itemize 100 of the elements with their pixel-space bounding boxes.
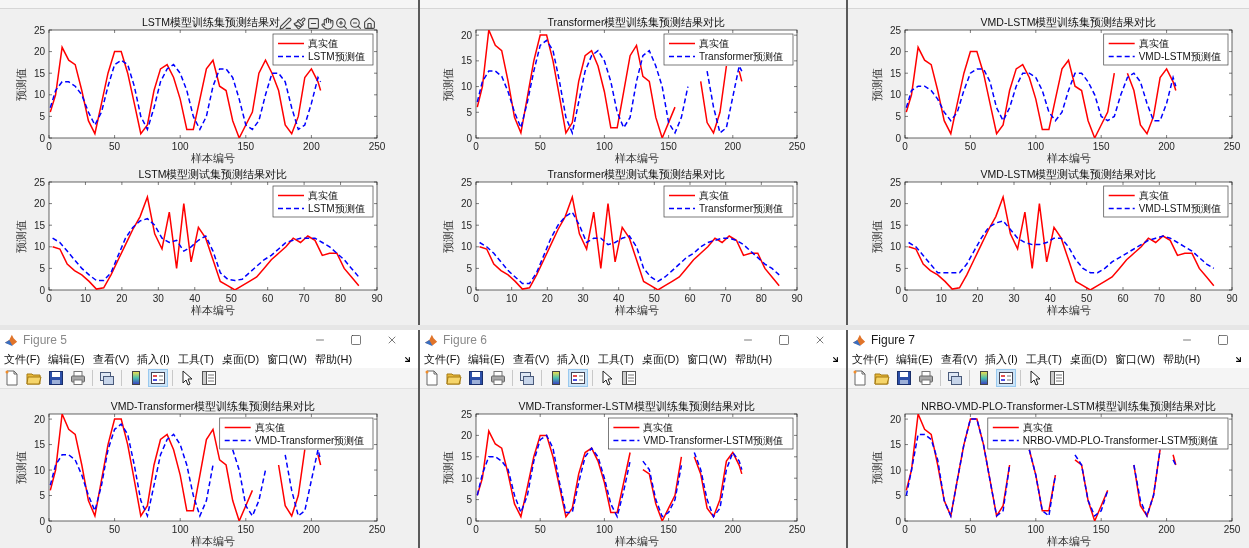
legend-line	[1107, 194, 1136, 197]
dock-icon[interactable]	[1234, 354, 1243, 364]
legend-line	[223, 426, 252, 429]
tick-label: 5	[39, 490, 45, 501]
tick-label: 25	[33, 24, 45, 36]
toolbar-button[interactable]	[148, 369, 168, 387]
tick-label: 15	[33, 67, 45, 79]
legend-line	[277, 42, 305, 45]
tick-label: 0	[466, 284, 472, 296]
tick-label: 5	[466, 106, 472, 118]
menu-item[interactable]: 窗口(W)	[265, 351, 309, 367]
windows-icon	[947, 370, 963, 386]
menu-item[interactable]: 桌面(D)	[639, 351, 682, 367]
legend-line	[277, 194, 305, 197]
menu-item[interactable]: 帮助(H)	[1160, 351, 1203, 367]
menu-item[interactable]: 桌面(D)	[1067, 351, 1110, 367]
tick-label: 100	[596, 524, 613, 535]
menu-item[interactable]: 编辑(E)	[894, 351, 935, 367]
tick-label: 25	[460, 176, 472, 188]
tick-label: 250	[788, 141, 806, 152]
menu-item[interactable]: 桌面(D)	[219, 351, 262, 367]
tick-label: 5	[895, 490, 901, 501]
menu-item[interactable]: 工具(T)	[175, 351, 216, 367]
legend-label: VMD-LSTM预测值	[1138, 203, 1221, 214]
menu-item[interactable]: 查看(V)	[938, 351, 980, 367]
menu-item[interactable]: 帮助(H)	[732, 351, 775, 367]
menu-item[interactable]: 编辑(E)	[466, 351, 507, 367]
pen-icon[interactable]	[279, 17, 292, 30]
window-title: Figure 7	[871, 333, 917, 347]
menu-item[interactable]: 编辑(E)	[46, 351, 87, 367]
toolbar-button[interactable]	[488, 369, 508, 387]
tick-label: 100	[1027, 141, 1045, 152]
tick-label: 15	[460, 55, 472, 67]
tick-label: 150	[1092, 141, 1110, 152]
chart-title: Transformer模型测试集预测结果对比	[547, 168, 726, 180]
tick-label: 10	[79, 293, 91, 304]
toolbar-button[interactable]	[945, 369, 965, 387]
chart-title: VMD-Transformer模型训练集预测结果对比	[110, 400, 316, 412]
tick-label: 20	[460, 429, 472, 441]
tick-label: 70	[1153, 293, 1165, 304]
axis-label: 样本编号	[1046, 535, 1091, 547]
toolbar-button[interactable]	[97, 369, 117, 387]
tick-label: 25	[889, 24, 901, 36]
toolbar-button[interactable]	[517, 369, 537, 387]
tick-label: 30	[152, 293, 164, 304]
tick-label: 200	[303, 524, 320, 535]
tick-label: 0	[902, 293, 908, 304]
chart-title: VMD-Transformer-LSTM模型训练集预测结果对比	[518, 400, 755, 412]
tick-label: 70	[720, 293, 732, 304]
menu-item[interactable]: 文件(F)	[850, 351, 891, 367]
datatip-icon[interactable]	[307, 17, 320, 30]
tick-label: 10	[460, 472, 472, 484]
menu-item[interactable]: 查看(V)	[90, 351, 132, 367]
dock-icon[interactable]	[403, 354, 412, 364]
tick-label: 0	[39, 284, 45, 296]
menu-item[interactable]: 工具(T)	[595, 351, 636, 367]
brush-icon[interactable]	[293, 17, 306, 30]
tick-label: 5	[39, 262, 45, 274]
hand-icon[interactable]	[321, 17, 334, 30]
tick-label: 70	[298, 293, 310, 304]
toolbar-button[interactable]	[68, 369, 88, 387]
legend-label: LSTM预测值	[308, 51, 365, 62]
dock-icon[interactable]	[831, 354, 840, 364]
tick-label: 15	[889, 219, 901, 231]
tick-label: 0	[466, 132, 472, 144]
tick-label: 60	[262, 293, 274, 304]
window-title: Figure 5	[23, 333, 69, 347]
home-icon[interactable]	[363, 17, 376, 30]
toolbar-button[interactable]	[568, 369, 588, 387]
toolbar-button[interactable]	[996, 369, 1016, 387]
tick-label: 250	[1223, 141, 1241, 152]
toolbar-button[interactable]	[466, 369, 486, 387]
axis-label: 样本编号	[1046, 304, 1091, 316]
menu-item[interactable]: 窗口(W)	[685, 351, 729, 367]
zoom-out-icon[interactable]	[349, 17, 362, 30]
axis-label: 样本编号	[614, 304, 659, 316]
zoom-in-icon[interactable]	[335, 17, 348, 30]
toolbar-button[interactable]	[916, 369, 936, 387]
menu-item[interactable]: 文件(F)	[2, 351, 43, 367]
tick-label: 20	[972, 293, 984, 304]
menu-item[interactable]: 插入(I)	[135, 351, 172, 367]
axis-label: 预测值	[871, 219, 883, 253]
toolbar-button[interactable]	[46, 369, 66, 387]
menu-item[interactable]: 窗口(W)	[1113, 351, 1157, 367]
legend-line	[223, 439, 252, 442]
menu-item[interactable]: 帮助(H)	[312, 351, 355, 367]
menu-item[interactable]: 工具(T)	[1023, 351, 1064, 367]
toolbar-button[interactable]	[894, 369, 914, 387]
menu-item[interactable]: 查看(V)	[510, 351, 552, 367]
tick-label: 200	[1158, 141, 1175, 152]
tick-label: 25	[889, 176, 901, 188]
legend-line	[277, 207, 305, 210]
legend-label: 真实值	[1022, 422, 1053, 433]
menu-item[interactable]: 插入(I)	[555, 351, 592, 367]
tick-label: 250	[368, 141, 386, 152]
tick-label: 20	[33, 413, 45, 425]
menu-item[interactable]: 文件(F)	[422, 351, 463, 367]
menu-item[interactable]: 插入(I)	[983, 351, 1020, 367]
tick-label: 200	[724, 141, 742, 152]
chart-title: VMD-LSTM模型训练集预测结果对比	[980, 16, 1157, 28]
